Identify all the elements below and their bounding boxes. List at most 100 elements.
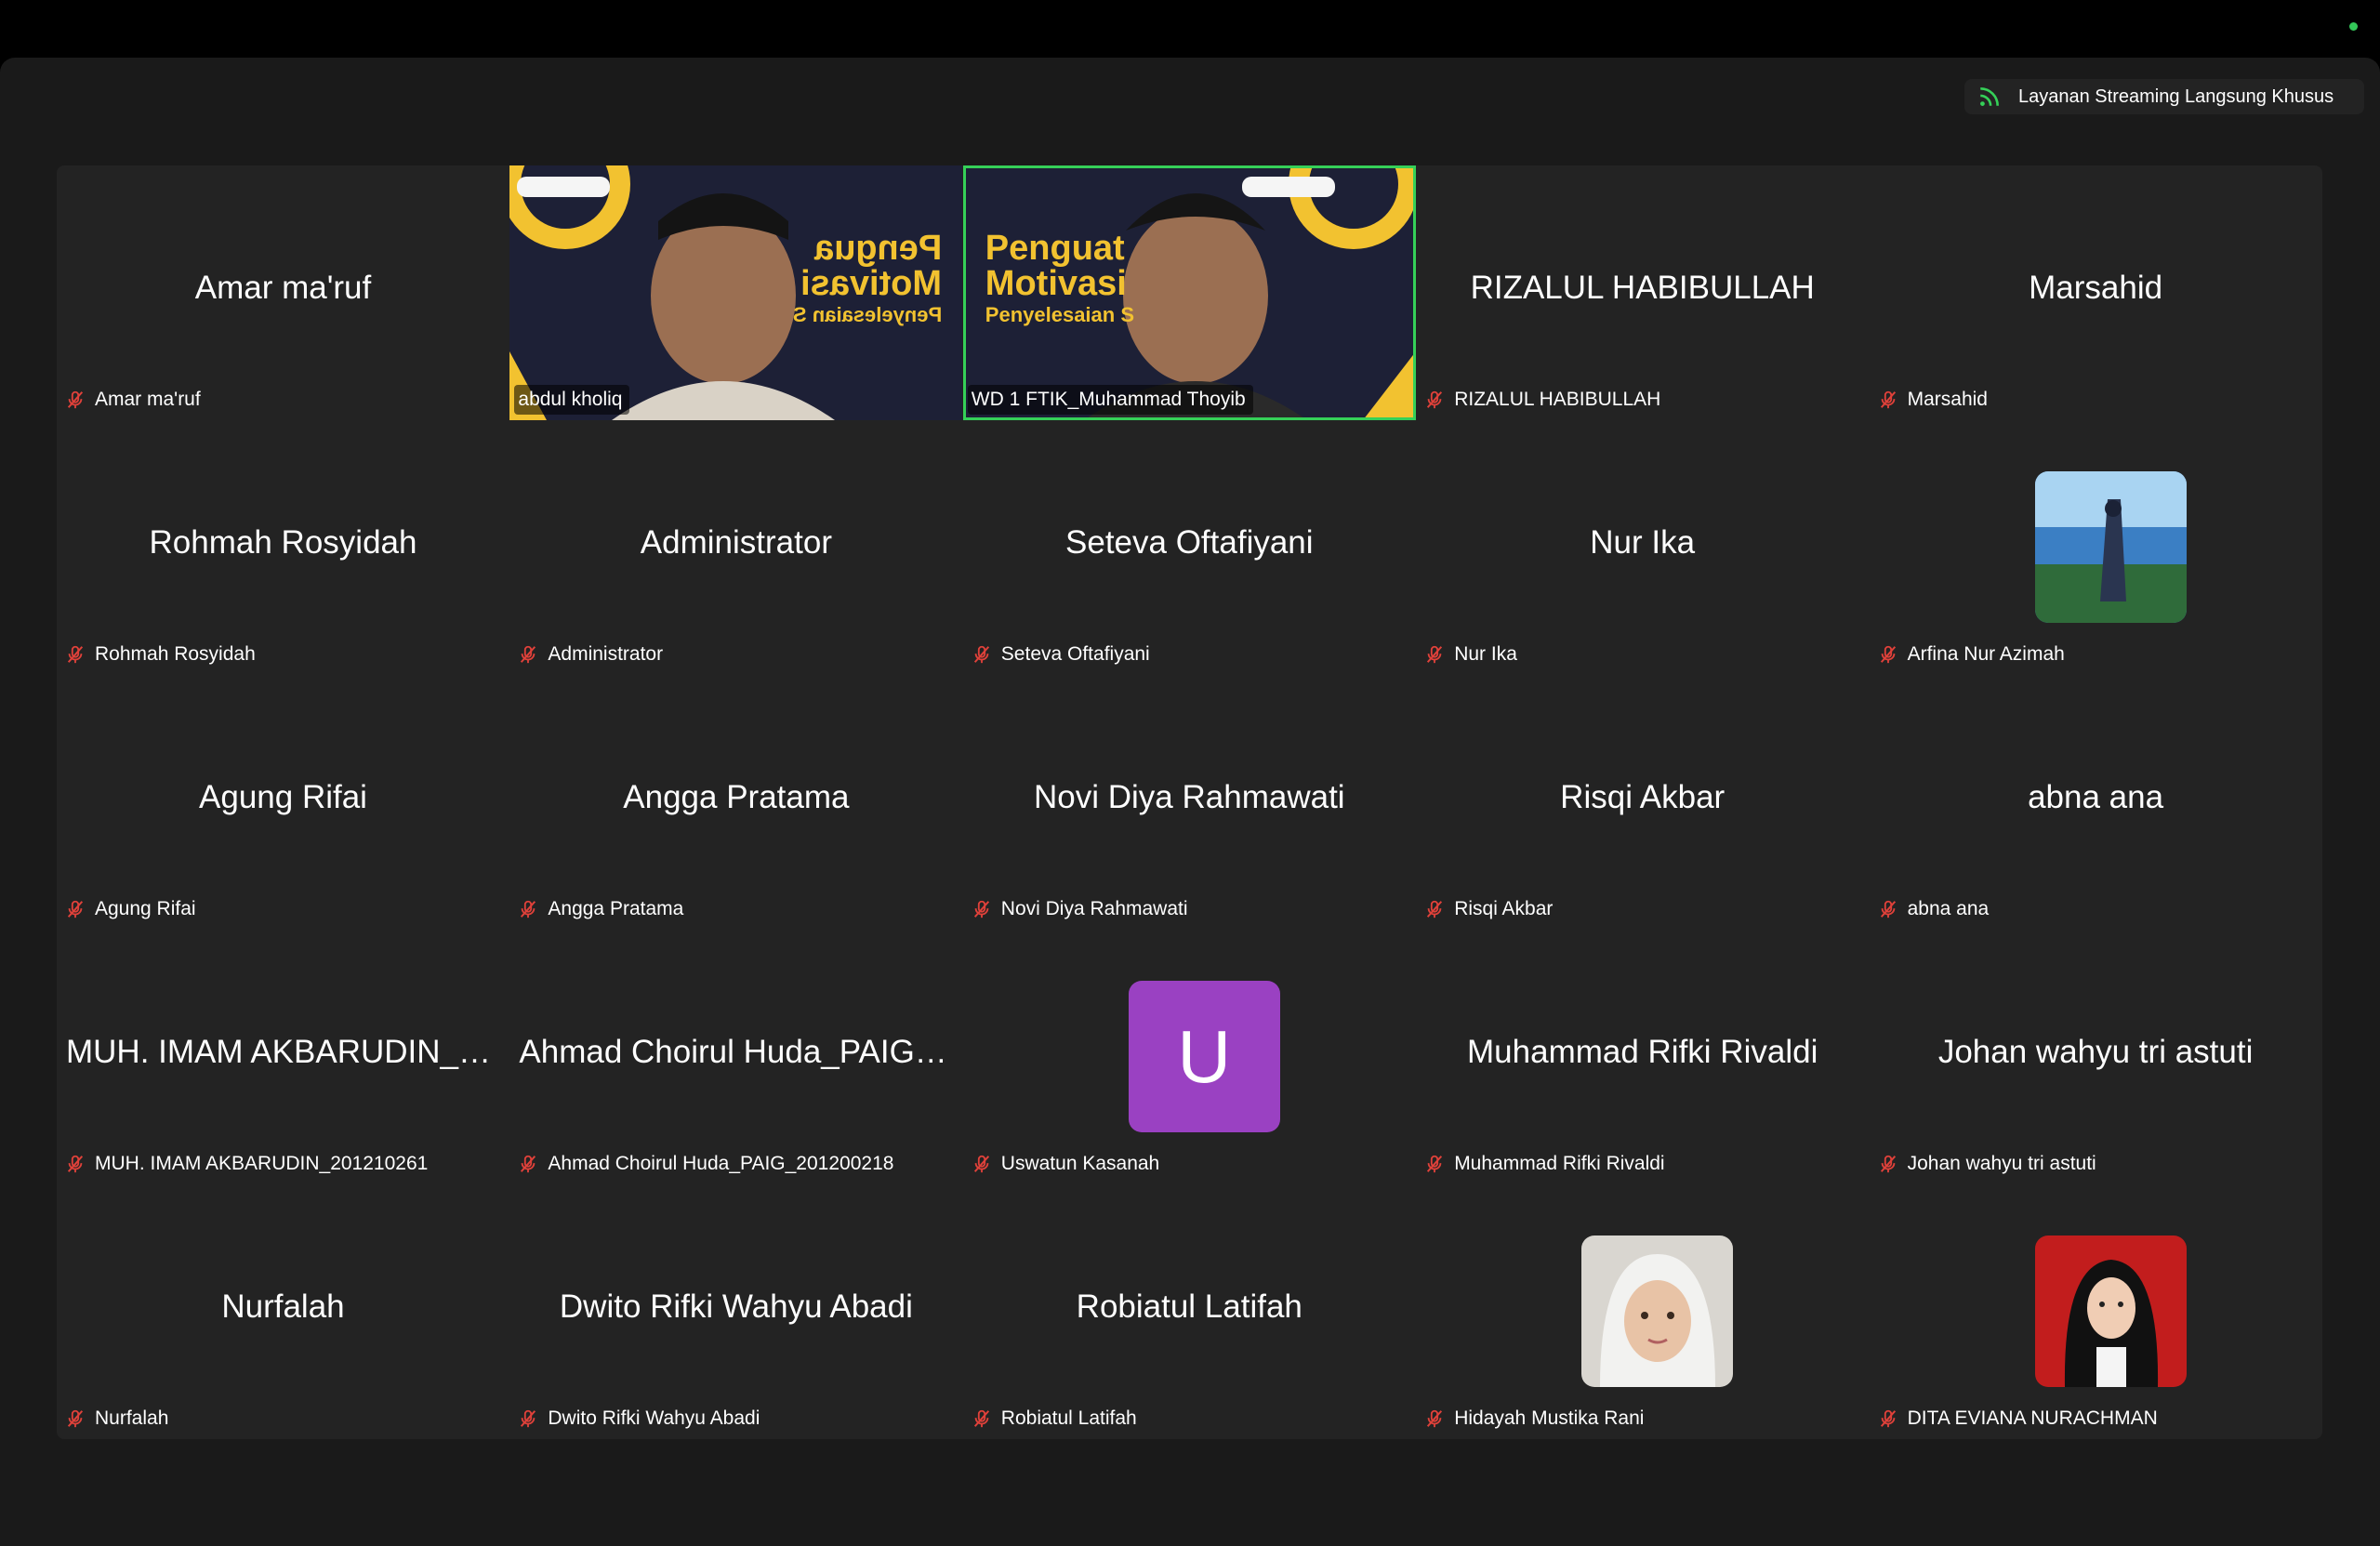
participant-tile[interactable]: Muhammad Rifki Rivaldi Muhammad Rifki Riv… bbox=[1416, 930, 1869, 1184]
participant-name: Dwito Rifki Wahyu Abadi bbox=[548, 1407, 760, 1429]
participant-name-label: Novi Diya Rahmawati bbox=[968, 894, 1196, 924]
muted-microphone-icon bbox=[521, 645, 536, 664]
participant-tile[interactable]: Johan wahyu tri astuti Johan wahyu tri as… bbox=[1870, 930, 2322, 1184]
slide-text: Penguat bbox=[985, 229, 1125, 268]
participant-tile[interactable]: Novi Diya Rahmawati Novi Diya Rahmawati bbox=[963, 675, 1416, 930]
slide-text: Pengua bbox=[814, 229, 943, 268]
participant-name: Ahmad Choirul Huda_PAIG_201200218 bbox=[548, 1153, 894, 1174]
participant-tile[interactable]: Hidayah Mustika Rani bbox=[1416, 1184, 1869, 1439]
avatar: U bbox=[1128, 981, 1280, 1132]
participant-video: Penguat Motivasi Penyelesaian S bbox=[962, 165, 1416, 420]
participant-tile[interactable]: DITA EVIANA NURACHMAN bbox=[1870, 1184, 2322, 1439]
muted-microphone-icon bbox=[1427, 645, 1443, 664]
participant-tile[interactable]: Angga Pratama Angga Pratama bbox=[509, 675, 962, 930]
participant-display-name: abna ana bbox=[2028, 779, 2164, 815]
muted-microphone-icon bbox=[1427, 1155, 1443, 1173]
participant-name-label: Dwito Rifki Wahyu Abadi bbox=[514, 1404, 767, 1434]
participant-display-name: Rohmah Rosyidah bbox=[149, 524, 417, 561]
participant-tile[interactable]: Marsahid Marsahid bbox=[1870, 165, 2322, 420]
slide-text: Motivasi bbox=[800, 264, 943, 303]
participant-name-label: Johan wahyu tri astuti bbox=[1874, 1149, 2104, 1179]
participant-name-label: Rohmah Rosyidah bbox=[61, 640, 263, 669]
participant-tile[interactable]: Administrator Administrator bbox=[509, 420, 962, 675]
muted-microphone-icon bbox=[67, 900, 84, 918]
participant-name: RIZALUL HABIBULLAH bbox=[1454, 389, 1661, 410]
live-stream-badge[interactable]: Layanan Streaming Langsung Khusus bbox=[1964, 79, 2364, 114]
participant-tile[interactable]: MUH. IMAM AKBARUDIN_2... MUH. IMAM AKBARU… bbox=[57, 930, 509, 1184]
participant-name-label: Nurfalah bbox=[61, 1404, 176, 1434]
participant-tile[interactable]: Dwito Rifki Wahyu Abadi Dwito Rifki Wahyu… bbox=[509, 1184, 962, 1439]
participant-name: Rohmah Rosyidah bbox=[95, 643, 256, 665]
participant-tile[interactable]: Robiatul Latifah Robiatul Latifah bbox=[963, 1184, 1416, 1439]
participant-tile[interactable]: Nur Ika Nur Ika bbox=[1416, 420, 1869, 675]
live-stream-label: Layanan Streaming Langsung Khusus bbox=[2018, 86, 2334, 107]
participant-tile[interactable]: Amar ma'ruf Amar ma'ruf bbox=[57, 165, 509, 420]
participant-display-name: Marsahid bbox=[2029, 270, 2163, 306]
participant-tile[interactable]: Risqi Akbar Risqi Akbar bbox=[1416, 675, 1869, 930]
participant-tile[interactable]: Seteva Oftafiyani Seteva Oftafiyani bbox=[963, 420, 1416, 675]
muted-microphone-icon bbox=[1427, 1409, 1443, 1428]
participant-name-label: Administrator bbox=[514, 640, 670, 669]
participant-tile[interactable]: Ahmad Choirul Huda_PAIG_... Ahmad Choirul… bbox=[509, 930, 962, 1184]
participant-tile[interactable]: Arfina Nur Azimah bbox=[1870, 420, 2322, 675]
participant-display-name: Nurfalah bbox=[221, 1288, 345, 1325]
participant-name: Administrator bbox=[548, 643, 664, 665]
participant-display-name: Dwito Rifki Wahyu Abadi bbox=[559, 1288, 913, 1325]
muted-microphone-icon bbox=[1880, 1409, 1896, 1428]
slide-text: Penyelesaian S bbox=[985, 303, 1135, 326]
participant-name: Amar ma'ruf bbox=[95, 389, 201, 410]
participant-display-name: Johan wahyu tri astuti bbox=[1937, 1034, 2254, 1070]
participant-display-name: Administrator bbox=[640, 524, 832, 561]
participant-display-name: Ahmad Choirul Huda_PAIG_... bbox=[519, 1034, 954, 1070]
participant-display-name: RIZALUL HABIBULLAH bbox=[1470, 270, 1815, 306]
gallery-view: Amar ma'ruf Amar ma'ruf Pengua Motivasi Peny… bbox=[57, 165, 2322, 1439]
participant-name: Marsahid bbox=[1907, 389, 1988, 410]
participant-name-label: Marsahid bbox=[1874, 385, 1995, 415]
broadcast-icon bbox=[1980, 87, 1999, 106]
participant-name: Muhammad Rifki Rivaldi bbox=[1454, 1153, 1665, 1174]
participant-tile[interactable]: abna ana abna ana bbox=[1870, 675, 2322, 930]
participant-name: Seteva Oftafiyani bbox=[1000, 643, 1150, 665]
participant-name-label: Robiatul Latifah bbox=[968, 1404, 1144, 1434]
participant-display-name: Angga Pratama bbox=[623, 779, 850, 815]
participant-name-label: Hidayah Mustika Rani bbox=[1421, 1404, 1651, 1434]
avatar bbox=[2034, 1235, 2187, 1387]
muted-microphone-icon bbox=[973, 645, 989, 664]
muted-microphone-icon bbox=[67, 645, 84, 664]
participant-name: Novi Diya Rahmawati bbox=[1000, 898, 1188, 919]
participant-tile[interactable]: Agung Rifai Agung Rifai bbox=[57, 675, 509, 930]
participant-tile[interactable]: Pengua Motivasi Penyelesaian Sabdul kholiq bbox=[509, 165, 963, 420]
participant-name: Nurfalah bbox=[95, 1407, 169, 1429]
participant-name-label: abna ana bbox=[1874, 894, 1997, 924]
participant-name: abna ana bbox=[1907, 898, 1990, 919]
participant-name: Arfina Nur Azimah bbox=[1907, 643, 2065, 665]
camera-indicator-icon bbox=[2349, 22, 2358, 31]
participant-name: Risqi Akbar bbox=[1454, 898, 1554, 919]
muted-microphone-icon bbox=[1880, 390, 1896, 409]
participant-name-label: Ahmad Choirul Huda_PAIG_201200218 bbox=[514, 1149, 901, 1179]
participant-name: abdul kholiq bbox=[518, 389, 623, 410]
avatar bbox=[2034, 471, 2187, 623]
muted-microphone-icon bbox=[67, 390, 84, 409]
participant-name: Nur Ika bbox=[1454, 643, 1517, 665]
participant-display-name: Robiatul Latifah bbox=[1076, 1288, 1302, 1325]
participant-name-label: MUH. IMAM AKBARUDIN_201210261 bbox=[61, 1149, 435, 1179]
participant-tile[interactable]: Rohmah Rosyidah Rohmah Rosyidah bbox=[57, 420, 509, 675]
muted-microphone-icon bbox=[521, 1155, 536, 1173]
participant-tile[interactable]: U Uswatun Kasanah bbox=[963, 930, 1416, 1184]
participant-name: Robiatul Latifah bbox=[1000, 1407, 1137, 1429]
participant-tile[interactable]: RIZALUL HABIBULLAH RIZALUL HABIBULLAH bbox=[1416, 165, 1869, 420]
participant-name-label: Arfina Nur Azimah bbox=[1874, 640, 2072, 669]
participant-name-label: DITA EVIANA NURACHMAN bbox=[1874, 1404, 2165, 1434]
muted-microphone-icon bbox=[973, 1155, 989, 1173]
participant-display-name: MUH. IMAM AKBARUDIN_2... bbox=[66, 1034, 500, 1070]
participant-display-name: Seteva Oftafiyani bbox=[1065, 524, 1314, 561]
participant-name-label: RIZALUL HABIBULLAH bbox=[1421, 385, 1668, 415]
menu-bar bbox=[0, 0, 2380, 58]
muted-microphone-icon bbox=[1880, 900, 1896, 918]
participant-name-label: Agung Rifai bbox=[61, 894, 204, 924]
participant-tile[interactable]: Penguat Motivasi Penyelesaian S WD 1 FTIK_M… bbox=[962, 165, 1416, 420]
muted-microphone-icon bbox=[67, 1409, 84, 1428]
participant-tile[interactable]: Nurfalah Nurfalah bbox=[57, 1184, 509, 1439]
participant-name: DITA EVIANA NURACHMAN bbox=[1907, 1407, 2158, 1429]
